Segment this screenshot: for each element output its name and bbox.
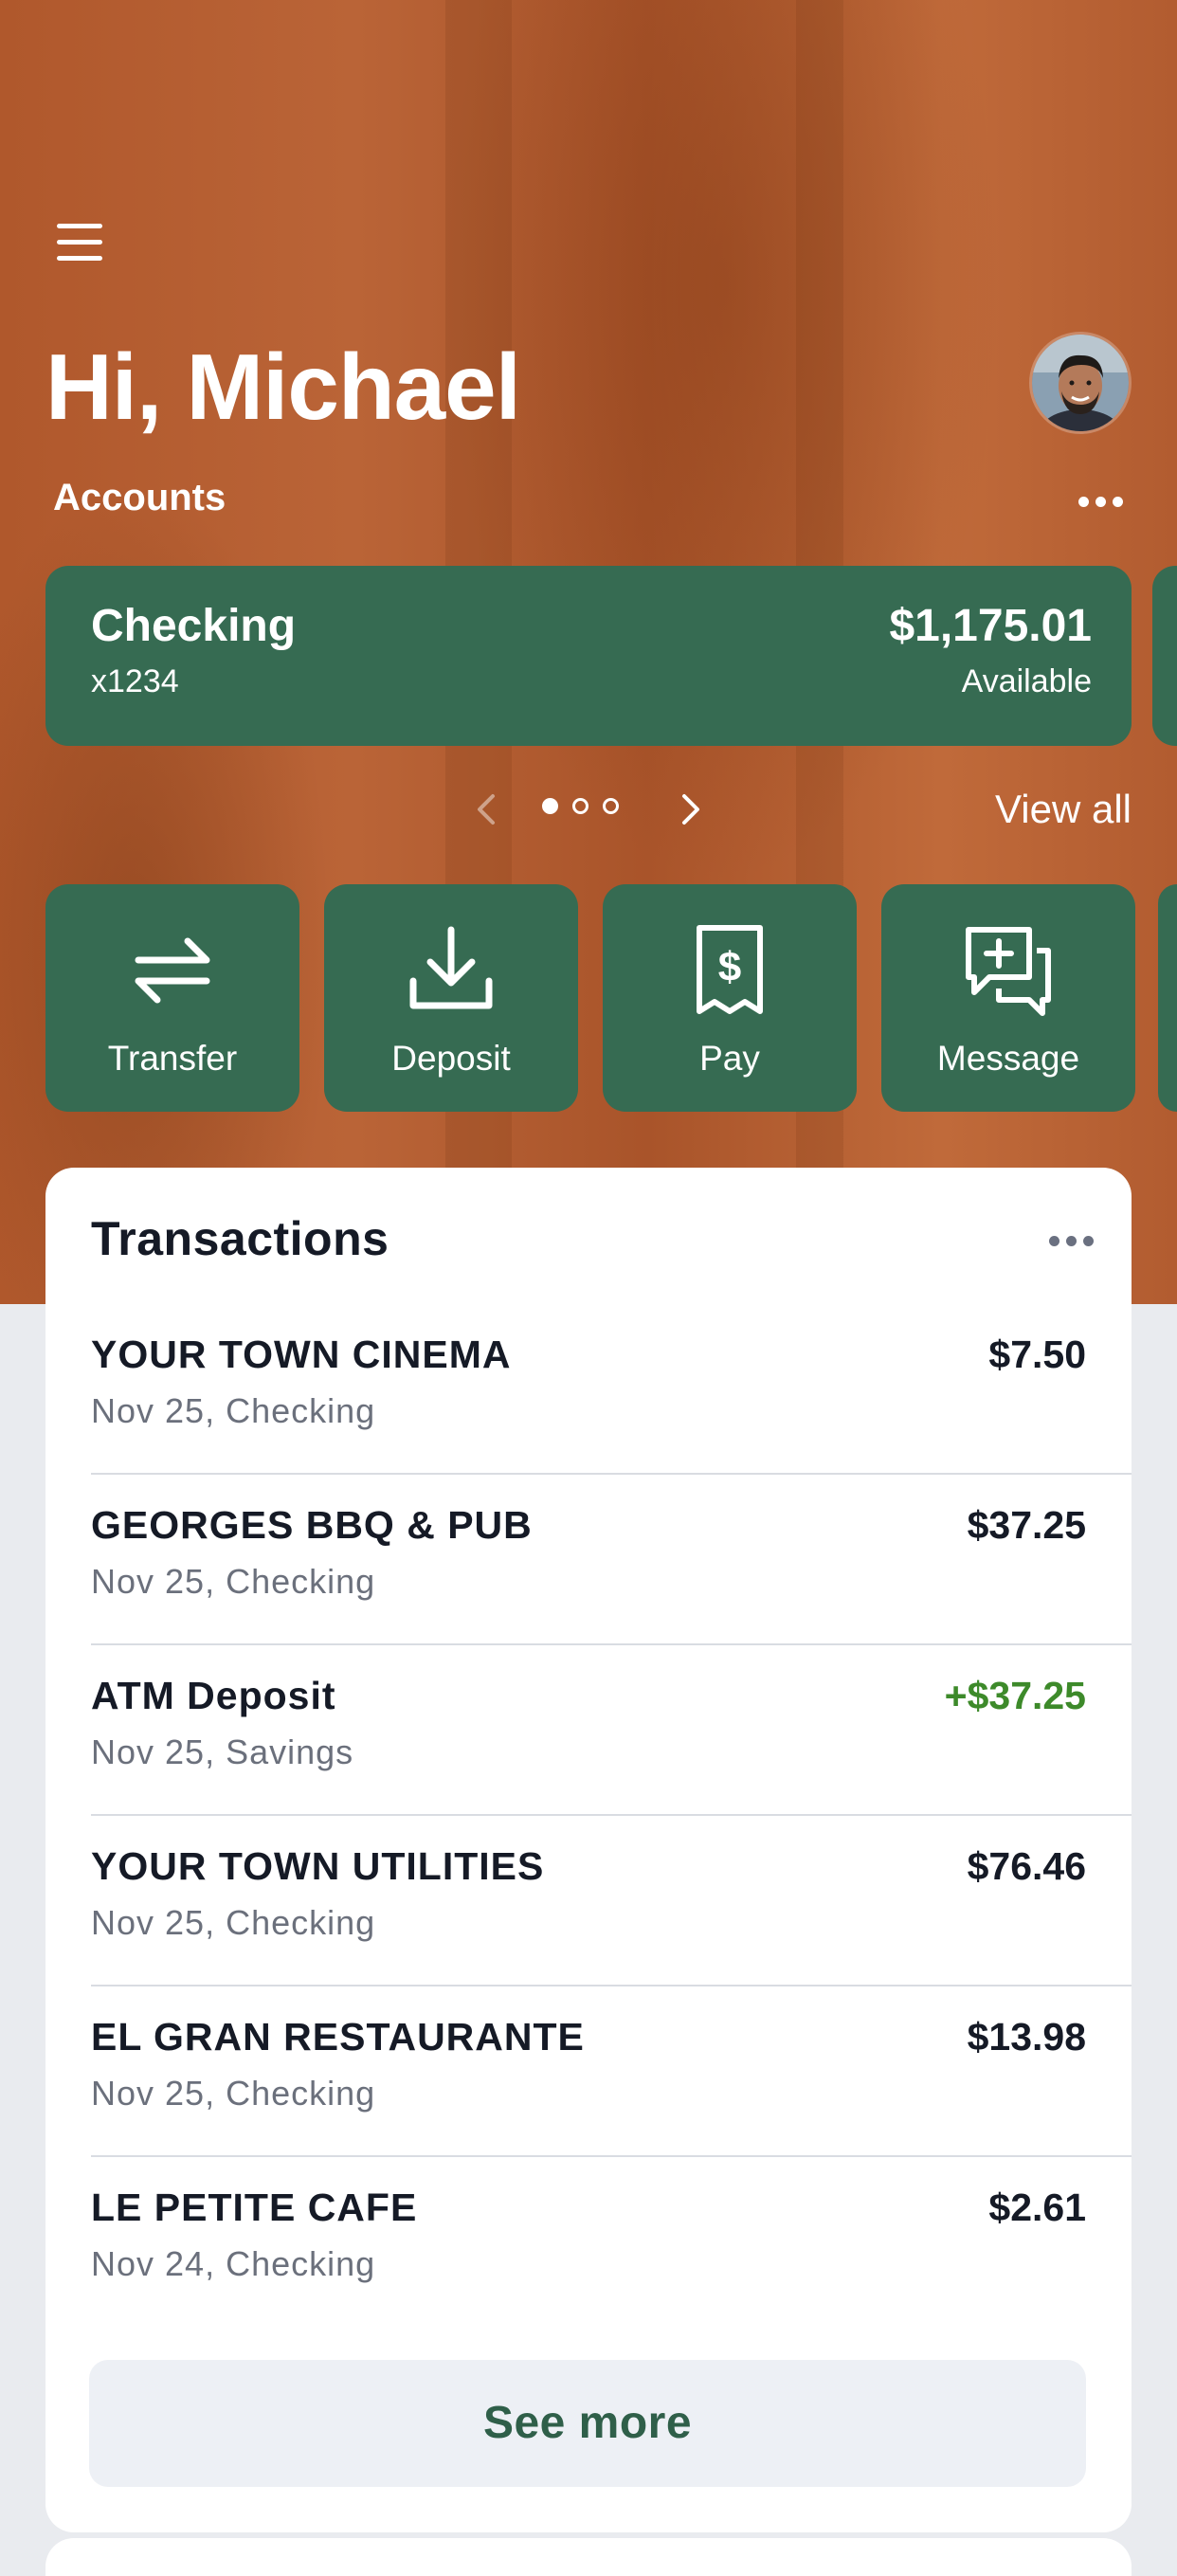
see-more-button[interactable]: See more bbox=[89, 2360, 1086, 2487]
transaction-date-account: Nov 25, Savings bbox=[91, 1732, 354, 1771]
pay-button[interactable]: $ Pay bbox=[603, 884, 857, 1112]
greeting-title: Hi, Michael bbox=[45, 335, 521, 439]
account-card-checking[interactable]: Checking x1234 $1,175.01 Available bbox=[45, 566, 1132, 746]
page-dot bbox=[603, 798, 619, 814]
transaction-row[interactable]: GEORGES BBQ & PUB Nov 25, Checking $37.2… bbox=[91, 1475, 1132, 1645]
download-deposit-icon bbox=[409, 926, 493, 1009]
transactions-title: Transactions bbox=[91, 1212, 389, 1265]
transaction-amount: $2.61 bbox=[988, 2186, 1086, 2229]
hamburger-menu-icon[interactable] bbox=[57, 224, 104, 263]
page-dot-active bbox=[542, 798, 558, 814]
svg-text:$: $ bbox=[718, 944, 741, 990]
deposit-button[interactable]: Deposit bbox=[324, 884, 578, 1112]
account-name: Checking bbox=[91, 601, 297, 651]
transfer-arrows-icon bbox=[135, 937, 210, 1004]
transaction-name: ATM Deposit bbox=[91, 1674, 336, 1717]
message-label: Message bbox=[936, 1039, 1080, 1078]
page-dot bbox=[572, 798, 588, 814]
transaction-amount: +$37.25 bbox=[944, 1674, 1086, 1717]
next-action-button[interactable] bbox=[1158, 884, 1177, 1112]
transaction-row[interactable]: YOUR TOWN CINEMA Nov 25, Checking $7.50 bbox=[91, 1304, 1132, 1475]
transaction-row[interactable]: EL GRAN RESTAURANTE Nov 25, Checking $13… bbox=[91, 1986, 1132, 2157]
transaction-row[interactable]: YOUR TOWN UTILITIES Nov 25, Checking $76… bbox=[91, 1816, 1132, 1986]
transaction-date-account: Nov 25, Checking bbox=[91, 1903, 376, 1942]
transaction-amount: $76.46 bbox=[967, 1844, 1086, 1888]
transaction-amount: $7.50 bbox=[988, 1333, 1086, 1376]
more-dots-icon[interactable] bbox=[1078, 497, 1123, 507]
user-avatar[interactable] bbox=[1029, 332, 1132, 434]
transaction-amount: $37.25 bbox=[967, 1503, 1086, 1547]
account-balance-label: Available bbox=[961, 663, 1092, 699]
account-number: x1234 bbox=[91, 663, 179, 699]
bill-receipt-icon: $ bbox=[697, 925, 763, 1014]
deposit-label: Deposit bbox=[391, 1039, 511, 1078]
transaction-name: YOUR TOWN UTILITIES bbox=[91, 1844, 545, 1888]
carousel-page-indicator bbox=[542, 798, 619, 814]
chevron-right-icon[interactable] bbox=[671, 789, 709, 830]
transaction-name: GEORGES BBQ & PUB bbox=[91, 1503, 533, 1547]
pay-label: Pay bbox=[699, 1039, 760, 1078]
more-dots-icon[interactable] bbox=[1049, 1236, 1094, 1246]
transaction-name: YOUR TOWN CINEMA bbox=[91, 1333, 512, 1376]
transaction-name: EL GRAN RESTAURANTE bbox=[91, 2015, 585, 2059]
transactions-card: Transactions YOUR TOWN CINEMA Nov 25, Ch… bbox=[45, 1168, 1132, 2532]
transaction-amount: $13.98 bbox=[967, 2015, 1086, 2059]
transfer-label: Transfer bbox=[107, 1039, 238, 1078]
next-section-card bbox=[45, 2538, 1132, 2576]
message-add-icon bbox=[966, 927, 1051, 1016]
transfer-button[interactable]: Transfer bbox=[45, 884, 299, 1112]
account-balance: $1,175.01 bbox=[889, 601, 1092, 651]
message-button[interactable]: Message bbox=[881, 884, 1135, 1112]
view-all-link[interactable]: View all bbox=[995, 787, 1132, 832]
transaction-name: LE PETITE CAFE bbox=[91, 2186, 418, 2229]
transaction-date-account: Nov 25, Checking bbox=[91, 1391, 376, 1430]
transaction-row[interactable]: ATM Deposit Nov 25, Savings +$37.25 bbox=[91, 1645, 1132, 1816]
next-account-card[interactable] bbox=[1152, 566, 1177, 746]
transaction-date-account: Nov 24, Checking bbox=[91, 2244, 376, 2283]
transaction-date-account: Nov 25, Checking bbox=[91, 1562, 376, 1601]
chevron-left-icon[interactable] bbox=[468, 789, 506, 830]
transaction-row[interactable]: LE PETITE CAFE Nov 24, Checking $2.61 bbox=[91, 2157, 1132, 2328]
transaction-date-account: Nov 25, Checking bbox=[91, 2074, 376, 2113]
accounts-label: Accounts bbox=[53, 477, 226, 518]
